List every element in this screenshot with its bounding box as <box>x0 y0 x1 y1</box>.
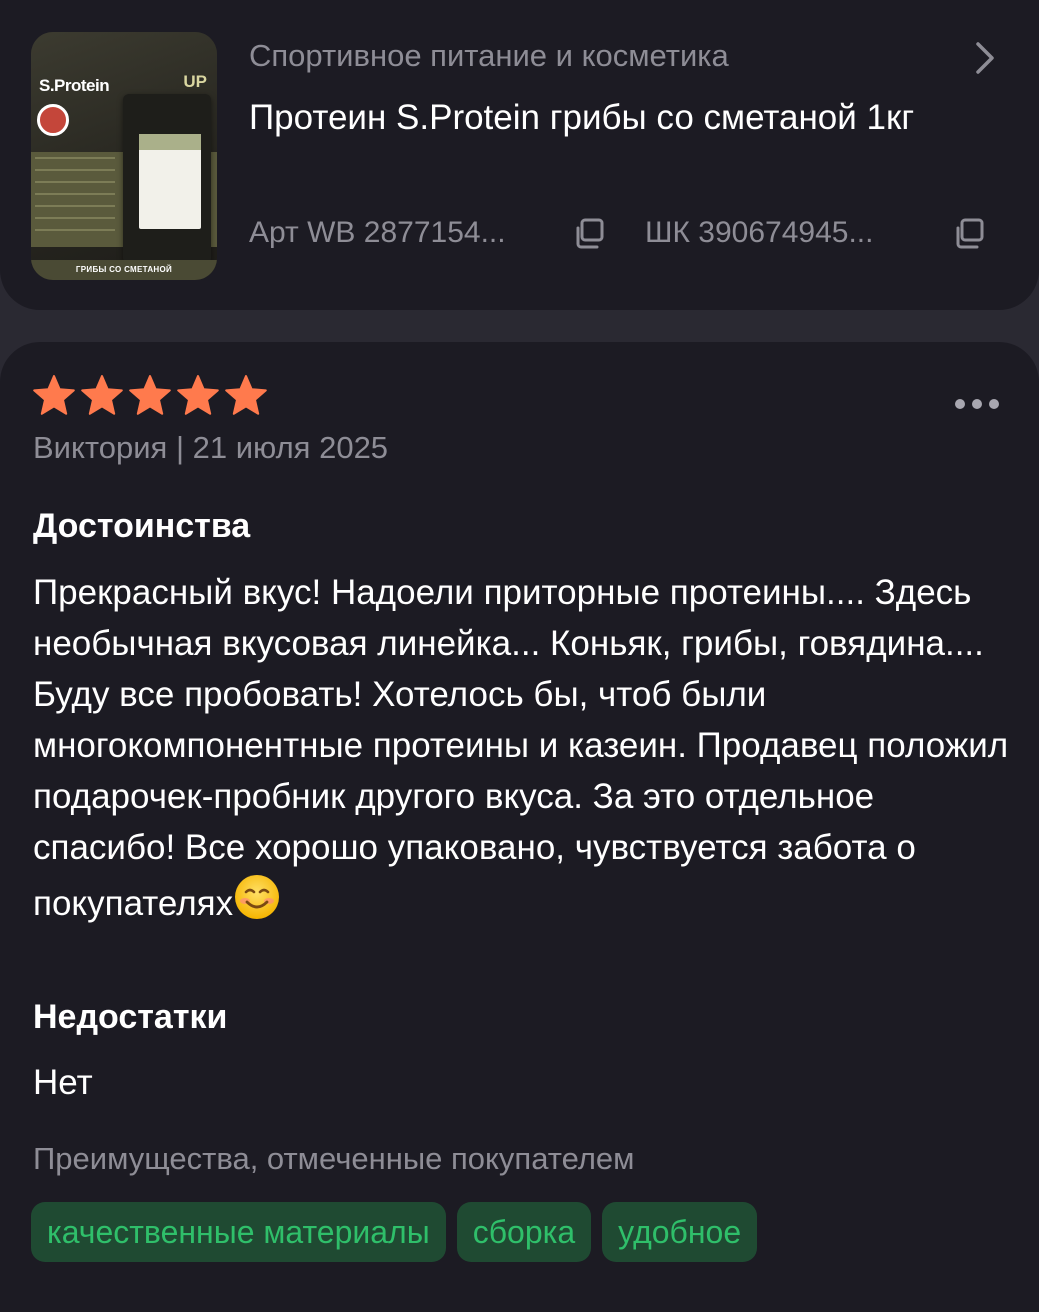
product-card[interactable]: S.Protein UP ГРИБЫ СО СМЕТАНОЙ Спортивно… <box>0 0 1039 310</box>
advantage-tag[interactable]: качественные материалы <box>31 1202 446 1262</box>
cons-title: Недостатки <box>33 998 228 1036</box>
product-image-bag <box>123 94 211 264</box>
product-image-badge: UP <box>183 72 207 91</box>
star-icon <box>81 375 123 415</box>
advantages-tags: качественные материалы сборка удобное <box>31 1202 758 1262</box>
cons-text: Нет <box>33 1063 93 1102</box>
product-image: S.Protein UP ГРИБЫ СО СМЕТАНОЙ <box>31 32 217 280</box>
barcode-number: ШК 390674945... <box>645 216 874 249</box>
star-icon <box>177 375 219 415</box>
product-thumbnail[interactable]: S.Protein UP ГРИБЫ СО СМЕТАНОЙ <box>31 32 217 280</box>
rating-stars <box>32 374 268 416</box>
copy-icon[interactable] <box>572 216 608 252</box>
star-icon <box>33 375 75 415</box>
product-category[interactable]: Спортивное питание и косметика <box>249 38 729 74</box>
copy-icon[interactable] <box>952 216 988 252</box>
article-number: Арт WB 2877154... <box>249 216 506 249</box>
pros-title: Достоинства <box>33 507 251 545</box>
advantage-tag[interactable]: удобное <box>602 1202 758 1262</box>
product-image-caption: ГРИБЫ СО СМЕТАНОЙ <box>31 260 217 280</box>
advantages-title: Преимущества, отмеченные покупателем <box>33 1141 635 1176</box>
chevron-right-icon[interactable] <box>966 40 1002 76</box>
smiling-face-icon <box>235 875 280 919</box>
star-icon <box>225 375 267 415</box>
product-title[interactable]: Протеин S.Protein грибы со сметаной 1кг <box>249 94 949 142</box>
product-image-lines <box>35 157 115 237</box>
advantage-tag[interactable]: сборка <box>456 1202 592 1262</box>
product-image-brand: S.Protein <box>39 76 110 95</box>
more-dots-icon[interactable] <box>952 392 1002 416</box>
review-author-date: Виктория | 21 июля 2025 <box>33 430 389 465</box>
product-image-logo <box>37 104 69 136</box>
pros-text: Прекрасный вкус! Надоели приторные проте… <box>33 567 1013 929</box>
star-icon <box>129 375 171 415</box>
product-image-bag-top <box>139 134 201 150</box>
pros-text-content: Прекрасный вкус! Надоели приторные проте… <box>33 573 1009 923</box>
